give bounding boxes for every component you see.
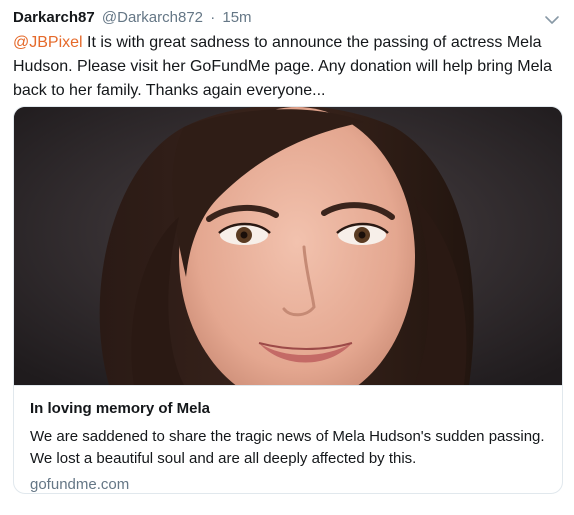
tweet-body: It is with great sadness to announce the… bbox=[13, 34, 552, 99]
tweet-text: @JBPixel It is with great sadness to ann… bbox=[13, 31, 558, 103]
card-body[interactable]: In loving memory of Mela We are saddened… bbox=[14, 385, 562, 493]
card-title: In loving memory of Mela bbox=[30, 400, 211, 417]
tweet[interactable]: Darkarch87 @Darkarch872 · 15m @JBPixel I… bbox=[0, 0, 574, 515]
timestamp[interactable]: 15m bbox=[222, 9, 251, 26]
mention-link[interactable]: @JBPixel bbox=[13, 34, 83, 51]
chevron-down-icon[interactable] bbox=[542, 10, 562, 30]
author-handle[interactable]: @Darkarch872 bbox=[102, 9, 203, 26]
tweet-header: Darkarch87 @Darkarch872 · 15m bbox=[13, 7, 561, 31]
link-card[interactable]: In loving memory of Mela We are saddened… bbox=[13, 106, 563, 494]
author-name[interactable]: Darkarch87 bbox=[13, 9, 95, 26]
card-description: We are saddened to share the tragic news… bbox=[30, 428, 545, 467]
card-domain: gofundme.com bbox=[30, 476, 130, 493]
separator-dot: · bbox=[210, 9, 216, 26]
card-image[interactable] bbox=[14, 107, 562, 385]
